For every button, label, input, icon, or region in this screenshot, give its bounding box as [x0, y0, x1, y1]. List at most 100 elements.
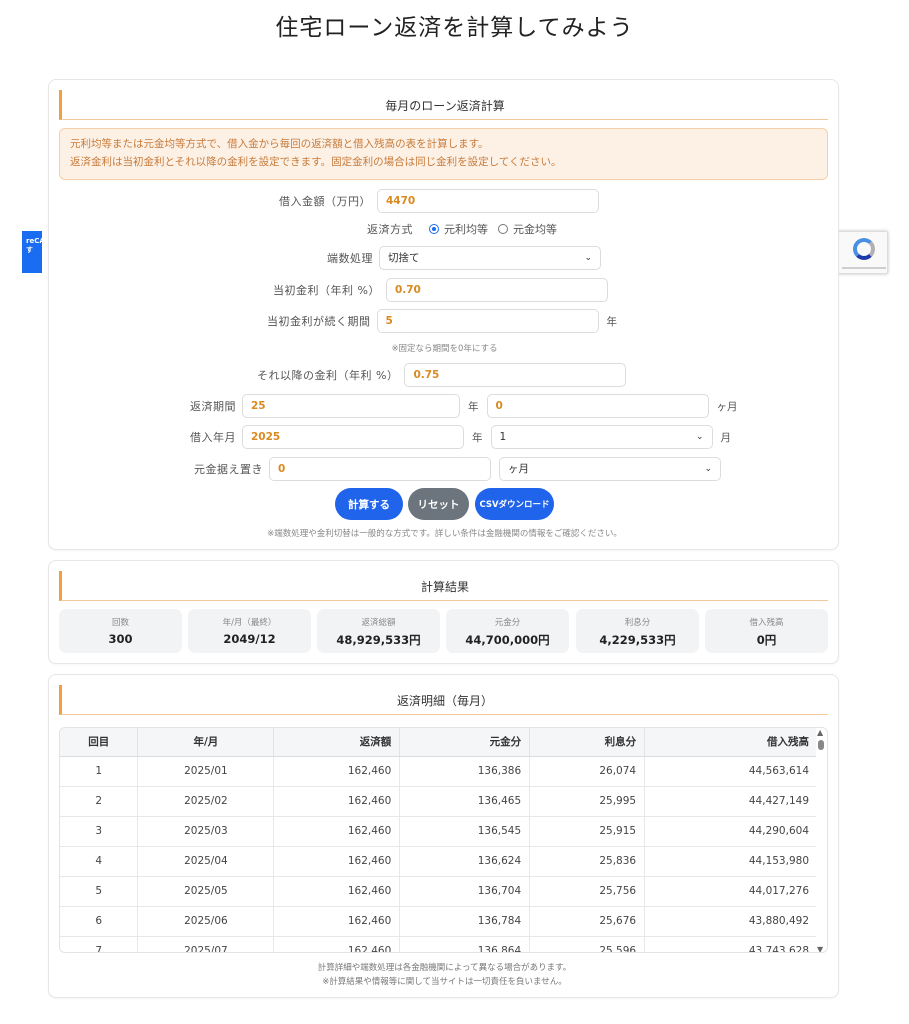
cell: 2025/01 [137, 756, 275, 787]
initial-rate-label: 当初金利（年利 %） [273, 284, 380, 297]
stat-value: 2049/12 [223, 632, 276, 646]
term-months-unit: ヶ月 [716, 400, 738, 413]
start-row: 借入年月 2025 年 1 ⌄ 月 [190, 424, 731, 450]
cell: 26,074 [529, 756, 646, 787]
reset-button[interactable]: リセット [408, 488, 469, 520]
cell: 2025/03 [137, 816, 275, 847]
table-scrollbar[interactable]: ▲ ▼ [816, 728, 827, 952]
cell: 2 [60, 786, 139, 817]
method-radio-equal-principal[interactable]: 元金均等 [498, 221, 557, 237]
later-rate-input[interactable]: 0.75 [404, 363, 627, 387]
side-tab-left[interactable]: reCAす [22, 231, 42, 273]
stat-value: 300 [108, 632, 133, 646]
cell: 162,460 [273, 906, 401, 937]
stat-balance: 借入残高 0円 [705, 609, 828, 653]
col-header: 年/月 [137, 728, 275, 757]
cell: 1 [60, 756, 139, 787]
cell: 136,704 [399, 876, 531, 907]
scroll-thumb[interactable] [818, 740, 824, 750]
cell: 136,545 [399, 816, 531, 847]
method-option-1: 元利均等 [444, 223, 488, 236]
cell: 44,017,276 [644, 876, 818, 907]
footer-note-2: ※計算結果や情報等に関して当サイトは一切責任を負いません。 [322, 977, 567, 987]
notice-line-1: 元利均等または元金均等方式で、借入金から毎回の返済額と借入残高の表を計算します。 [70, 138, 489, 150]
recaptcha-icon [853, 238, 875, 260]
scroll-down-icon[interactable]: ▼ [817, 945, 823, 952]
stat-label: 元金分 [494, 618, 521, 628]
recaptcha-privacy-text [842, 267, 886, 269]
csv-download-button[interactable]: CSVダウンロード [475, 488, 554, 520]
cell: 44,427,149 [644, 786, 818, 817]
cell: 25,915 [529, 816, 646, 847]
rounding-select[interactable]: 切捨て ⌄ [379, 246, 601, 270]
cell: 136,864 [399, 936, 531, 952]
rounding-label: 端数処理 [327, 252, 373, 265]
start-month-select[interactable]: 1 ⌄ [490, 425, 713, 449]
term-row: 返済期間 25 年 0 ヶ月 [190, 393, 738, 419]
stat-value: 4,229,533円 [599, 633, 676, 647]
grace-input[interactable]: 0 [269, 457, 491, 481]
grace-label: 元金据え置き [194, 463, 263, 476]
detail-heading: 返済明細（毎月） [396, 694, 493, 708]
stat-total-payment: 返済総額 48,929,533円 [317, 609, 440, 653]
notice-box: 元利均等または元金均等方式で、借入金から毎回の返済額と借入残高の表を計算します。… [59, 128, 828, 180]
result-heading: 計算結果 [420, 580, 469, 594]
initial-period-unit: 年 [606, 315, 618, 328]
cell: 2025/04 [137, 846, 275, 877]
term-years-input[interactable]: 25 [242, 394, 460, 418]
calculate-button[interactable]: 計算する [335, 488, 403, 520]
loan-amount-row: 借入金額（万円） 4470 [279, 188, 599, 214]
cell: 3 [60, 816, 139, 847]
disclaimer-note: ※端数処理や金利切替は一般的な方式です。詳しい条件は金融機関の情報をご確認くださ… [267, 529, 622, 539]
method-radio-equal-payment[interactable]: 元利均等 [429, 221, 488, 237]
stat-label: 返済総額 [361, 618, 396, 628]
cell: 136,465 [399, 786, 531, 817]
table-row: 1 2025/01 162,460 136,386 26,074 44,563,614 [60, 756, 818, 787]
cell: 7 [60, 936, 139, 952]
cell: 2025/07 [137, 936, 275, 952]
detail-table-scroll[interactable]: 回目 年/月 返済額 元金分 利息分 借入残高 1 2025/01 162,460 1… [59, 727, 828, 953]
col-header: 利息分 [529, 728, 646, 757]
table-row: 4 2025/04 162,460 136,624 25,836 44,153,980 [60, 846, 818, 877]
term-label: 返済期間 [190, 400, 236, 413]
initial-period-row: 当初金利が続く期間 5 年 [267, 308, 617, 334]
cell: 6 [60, 906, 139, 937]
chevron-down-icon: ⌄ [704, 464, 712, 474]
cell: 25,676 [529, 906, 646, 937]
stat-final-month: 年/月（最終） 2049/12 [188, 609, 311, 653]
start-month-unit: 月 [720, 431, 732, 444]
later-rate-row: それ以降の金利（年利 %） 0.75 [257, 362, 627, 388]
start-year-input[interactable]: 2025 [242, 425, 464, 449]
col-header: 元金分 [399, 728, 531, 757]
cell: 5 [60, 876, 139, 907]
col-header: 借入残高 [644, 728, 818, 757]
cell: 162,460 [273, 876, 401, 907]
method-label: 返済方式 [367, 223, 413, 236]
chevron-down-icon: ⌄ [584, 253, 592, 263]
loan-amount-input[interactable]: 4470 [377, 189, 599, 213]
initial-rate-row: 当初金利（年利 %） 0.70 [273, 277, 608, 303]
recaptcha-badge[interactable] [838, 231, 888, 274]
detail-card: 返済明細（毎月） 回目 年/月 返済額 元金分 利息分 借入残高 1 2025/0… [48, 674, 839, 998]
scroll-up-icon[interactable]: ▲ [817, 728, 823, 737]
start-label: 借入年月 [190, 431, 236, 444]
fixed-rate-note: ※固定なら期間を0年にする [391, 344, 498, 354]
stat-label: 借入残高 [749, 618, 784, 628]
grace-unit-select[interactable]: ヶ月 ⌄ [499, 457, 721, 481]
grace-unit-value: ヶ月 [508, 463, 529, 475]
col-header: 返済額 [273, 728, 401, 757]
stat-value: 48,929,533円 [336, 633, 421, 647]
term-months-input[interactable]: 0 [486, 394, 709, 418]
method-option-2: 元金均等 [513, 223, 557, 236]
radio-checked-icon [429, 224, 439, 234]
cell: 2025/02 [137, 786, 275, 817]
grace-row: 元金据え置き 0 ヶ月 ⌄ [194, 456, 721, 482]
cell: 44,290,604 [644, 816, 818, 847]
calc-card: 毎月のローン返済計算 元利均等または元金均等方式で、借入金から毎回の返済額と借入… [48, 79, 839, 550]
cell: 136,386 [399, 756, 531, 787]
initial-rate-input[interactable]: 0.70 [385, 278, 608, 302]
initial-period-input[interactable]: 5 [376, 309, 599, 333]
stat-principal: 元金分 44,700,000円 [446, 609, 569, 653]
footer-note-1: 計算詳細や端数処理は各金融機関によって異なる場合があります。 [317, 963, 572, 973]
loan-amount-label: 借入金額（万円） [279, 195, 371, 208]
